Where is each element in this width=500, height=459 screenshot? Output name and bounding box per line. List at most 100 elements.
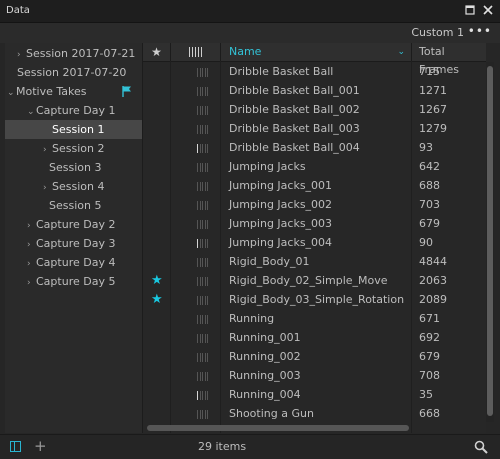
take-total-frames: 642 — [419, 160, 440, 173]
item-count: 29 items — [198, 440, 247, 453]
tree-item[interactable]: Session 1 — [5, 120, 142, 139]
sort-chevron-icon: ⌄ — [397, 47, 405, 57]
tree-item-label: Capture Day 1 — [36, 104, 116, 117]
table-row[interactable]: ★ Rigid_Body_03_Simple_Rotation 2089 — [143, 290, 486, 309]
tree-item[interactable]: › Capture Day 4 — [27, 253, 115, 272]
table-row[interactable]: Jumping Jacks_001 688 — [143, 176, 486, 195]
tree-item-label: Session 1 — [52, 123, 105, 136]
table-row[interactable]: Running_002 679 — [143, 347, 486, 366]
table-row[interactable]: Jumping Jacks_002 703 — [143, 195, 486, 214]
vertical-scrollbar[interactable] — [486, 62, 494, 422]
horizontal-scrollbar-thumb[interactable] — [147, 425, 409, 431]
take-name: Running_002 — [229, 350, 301, 363]
add-icon[interactable]: + — [34, 437, 47, 455]
tree-item[interactable]: › Capture Day 3 — [27, 234, 115, 253]
data-footer: + 29 items — [0, 434, 500, 459]
take-total-frames: 2089 — [419, 293, 447, 306]
close-icon[interactable] — [480, 2, 496, 18]
frames-column-header[interactable]: Total Frames — [412, 43, 486, 76]
table-row[interactable]: Running 671 — [143, 309, 486, 328]
table-row[interactable]: Dribble Basket Ball_002 1267 — [143, 100, 486, 119]
take-progress-bars — [197, 87, 209, 96]
tree-item[interactable]: › Session 4 — [43, 177, 104, 196]
star-icon[interactable]: ★ — [151, 271, 163, 290]
window-title: Data — [6, 5, 30, 16]
take-progress-bars — [197, 258, 209, 267]
more-icon[interactable]: ••• — [468, 24, 492, 38]
take-total-frames: 668 — [419, 407, 440, 420]
tree-item-label: Session 2 — [52, 142, 105, 155]
name-column-header[interactable]: Name ⌄ — [221, 43, 412, 61]
table-row[interactable]: Running_004 35 — [143, 385, 486, 404]
tree-item[interactable]: Session 3 — [49, 158, 101, 177]
bars-icon — [189, 47, 202, 57]
chevron-right-icon[interactable]: › — [27, 274, 36, 293]
take-total-frames: 2063 — [419, 274, 447, 287]
take-progress-bars — [197, 410, 209, 419]
take-progress-bars — [197, 106, 209, 115]
panel-toggle-icon[interactable] — [10, 441, 21, 452]
table-row[interactable]: Jumping Jacks 642 — [143, 157, 486, 176]
take-total-frames: 715 — [419, 65, 440, 78]
take-progress-bars — [197, 334, 209, 343]
table-row[interactable]: Shooting a Gun 668 — [143, 404, 486, 423]
search-icon[interactable] — [474, 440, 488, 454]
tree-item[interactable]: ⌄Capture Day 1 — [27, 101, 115, 120]
tree-item-label: Capture Day 2 — [36, 218, 116, 231]
table-row[interactable]: Jumping Jacks_004 90 — [143, 233, 486, 252]
table-row[interactable]: Dribble Basket Ball_004 93 — [143, 138, 486, 157]
star-icon[interactable]: ★ — [151, 290, 163, 309]
table-row[interactable]: Running_001 692 — [143, 328, 486, 347]
take-total-frames: 688 — [419, 179, 440, 192]
star-column-header[interactable]: ★ — [143, 43, 171, 61]
take-name: Dribble Basket Ball_003 — [229, 122, 360, 135]
take-total-frames: 1267 — [419, 103, 447, 116]
tree-item[interactable]: › Session 2 — [43, 139, 104, 158]
data-toolbar: Custom 1 ••• — [0, 23, 500, 43]
take-total-frames: 1279 — [419, 122, 447, 135]
take-total-frames: 708 — [419, 369, 440, 382]
tree-item[interactable]: › Session 2017-07-21 — [17, 44, 135, 63]
take-name: Dribble Basket Ball_001 — [229, 84, 360, 97]
take-total-frames: 1271 — [419, 84, 447, 97]
table-row[interactable]: Dribble Basket Ball_001 1271 — [143, 81, 486, 100]
name-column-label: Name — [229, 45, 262, 58]
take-progress-bars — [197, 372, 209, 381]
maximize-icon[interactable] — [462, 2, 478, 18]
take-progress-bars — [197, 277, 209, 286]
take-name: Jumping Jacks_004 — [229, 236, 333, 249]
layout-preset-selector[interactable]: Custom 1 — [411, 26, 464, 39]
take-total-frames: 671 — [419, 312, 440, 325]
tree-item-label: Capture Day 5 — [36, 275, 116, 288]
tree-item-label: Session 2017-07-20 — [17, 66, 127, 79]
table-row[interactable]: Running_003 708 — [143, 366, 486, 385]
table-row[interactable]: Rigid_Body_01 4844 — [143, 252, 486, 271]
tree-item[interactable]: › Capture Day 2 — [27, 215, 115, 234]
tree-item[interactable]: ⌄Motive Takes — [7, 82, 86, 101]
tree-item[interactable]: › Capture Day 5 — [27, 272, 115, 291]
vertical-scrollbar-thumb[interactable] — [487, 66, 493, 416]
table-row[interactable]: Dribble Basket Ball 715 — [143, 62, 486, 81]
bars-column-header[interactable] — [171, 43, 221, 61]
take-progress-bars — [197, 353, 209, 362]
take-name: Dribble Basket Ball_002 — [229, 103, 360, 116]
take-name: Jumping Jacks_001 — [229, 179, 333, 192]
tree-item-label: Session 2017-07-21 — [26, 47, 136, 60]
tree-item[interactable]: Session 5 — [49, 196, 101, 215]
take-list-header: ★ Name ⌄ Total Frames — [143, 43, 486, 76]
take-total-frames: 679 — [419, 350, 440, 363]
take-progress-bars — [197, 182, 209, 191]
table-row[interactable]: Jumping Jacks_003 679 — [143, 214, 486, 233]
table-row[interactable]: Dribble Basket Ball_003 1279 — [143, 119, 486, 138]
chevron-down-icon[interactable]: ⌄ — [7, 84, 16, 103]
take-total-frames: 93 — [419, 141, 433, 154]
take-progress-bars — [197, 163, 209, 172]
take-name: Jumping Jacks — [229, 160, 306, 173]
take-name: Shooting a Gun — [229, 407, 314, 420]
tree-item[interactable]: Session 2017-07-20 — [17, 63, 126, 82]
take-name: Running — [229, 312, 275, 325]
tree-item-label: Session 4 — [52, 180, 105, 193]
table-row[interactable]: ★ Rigid_Body_02_Simple_Move 2063 — [143, 271, 486, 290]
take-progress-bars — [197, 125, 209, 134]
take-progress-bars — [197, 239, 209, 248]
